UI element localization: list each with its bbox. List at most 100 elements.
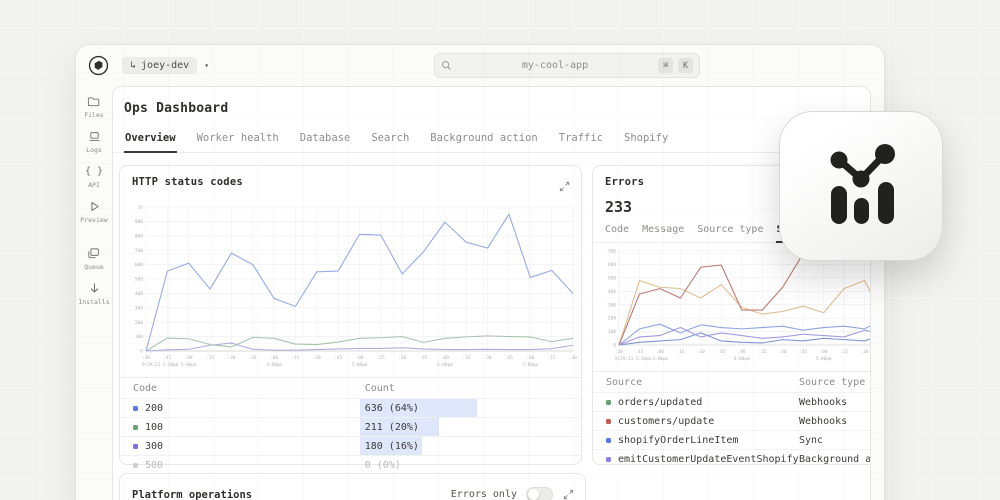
svg-text:600: 600 (135, 262, 144, 268)
svg-text:500: 500 (135, 277, 144, 283)
column-header-count: Count (364, 383, 395, 394)
status-dot (133, 424, 138, 430)
table-row[interactable]: orders/updated Webhooks (593, 392, 870, 411)
errors-card-title: Errors (605, 176, 645, 188)
tab-shopify[interactable]: Shopify (623, 127, 669, 152)
errors-table: Source Source type orders/updated Webhoo… (593, 371, 870, 468)
svg-text:400: 400 (608, 289, 617, 295)
table-row[interactable]: 500 0 (0%) (120, 455, 581, 474)
braces-icon: { } (84, 166, 104, 177)
expand-icon[interactable] (558, 176, 571, 197)
cmd-key-badge: ⌘ (658, 58, 673, 73)
svg-text:100: 100 (608, 329, 617, 335)
errors-tab-source-type[interactable]: Source type (697, 224, 763, 242)
svg-text::15: :15 (548, 355, 556, 361)
svg-text:0: 0 (613, 343, 616, 349)
svg-text:300: 300 (135, 305, 144, 311)
svg-text:5:00pm: 5:00pm (352, 362, 368, 368)
table-row[interactable]: 100 211 (20%) (120, 417, 581, 436)
svg-text::30: :30 (142, 355, 150, 361)
metrics-app-icon (779, 111, 943, 261)
status-dot (133, 462, 138, 468)
page-title: Ops Dashboard (124, 101, 229, 116)
sidebar-item-installs[interactable]: Installs (78, 282, 110, 306)
toggle-knob (528, 489, 539, 500)
svg-text:600: 600 (608, 262, 617, 268)
chevron-down-icon[interactable]: ▾ (204, 61, 209, 70)
svg-text::45: :45 (163, 355, 171, 361)
source-dot (606, 456, 611, 462)
errors-only-toggle[interactable] (526, 487, 553, 500)
tab-search[interactable]: Search (370, 127, 410, 152)
svg-text:3:00pm: 3:00pm (652, 356, 668, 362)
status-dot (133, 405, 138, 411)
tab-worker-health[interactable]: Worker health (196, 127, 280, 152)
svg-text:4:00pm: 4:00pm (734, 356, 750, 362)
k-key-badge: K (678, 58, 693, 73)
sidebar-item-logs[interactable]: Logs (86, 130, 102, 154)
svg-text:900: 900 (135, 219, 144, 225)
sidebar-item-files[interactable]: Files (84, 95, 104, 119)
table-row[interactable]: emitCustomerUpdateEventShopifyCustomer B… (593, 449, 870, 468)
gadget-logo-icon[interactable] (88, 55, 109, 76)
svg-text:200: 200 (135, 320, 144, 326)
source-dot (606, 399, 611, 405)
svg-text::30: :30 (398, 355, 406, 361)
platform-card-title: Platform operations (132, 488, 253, 500)
tab-database[interactable]: Database (299, 127, 352, 152)
svg-text::00: :00 (185, 355, 193, 361)
search-value: my-cool-app (521, 60, 589, 71)
svg-text::45: :45 (505, 355, 513, 361)
table-row[interactable]: customers/update Webhooks (593, 411, 870, 430)
folder-icon (87, 95, 100, 108)
expand-icon[interactable] (562, 484, 575, 500)
http-table: Code Count 200 636 (64%) 100 211 (20%) 3… (120, 377, 581, 474)
errors-tab-code[interactable]: Code (605, 224, 629, 242)
terminal-icon (88, 130, 101, 143)
svg-text::15: :15 (758, 349, 766, 355)
tab-background-action[interactable]: Background action (429, 127, 538, 152)
search-input[interactable]: my-cool-app ⌘ K (434, 53, 700, 78)
svg-text::00: :00 (441, 355, 449, 361)
svg-text::00: :00 (526, 355, 534, 361)
svg-text::30: :30 (228, 355, 236, 361)
app-window: ↳ joey-dev ▾ my-cool-app ⌘ K Files Logs … (75, 44, 885, 500)
status-dot (133, 443, 138, 449)
column-header-source: Source (606, 377, 643, 388)
sidebar-item-queue[interactable]: Queue (84, 247, 104, 271)
errors-tab-message[interactable]: Message (642, 224, 684, 242)
stack-icon (87, 247, 100, 260)
svg-text::00: :00 (656, 349, 664, 355)
play-icon (88, 200, 101, 213)
table-row[interactable]: 300 180 (16%) (120, 436, 581, 455)
table-row[interactable]: 200 636 (64%) (120, 398, 581, 417)
svg-text::15: :15 (377, 355, 385, 361)
svg-text:9/29/23 2:30pm: 9/29/23 2:30pm (142, 362, 179, 368)
tab-traffic[interactable]: Traffic (558, 127, 604, 152)
svg-text::15: :15 (462, 355, 470, 361)
svg-text::00: :00 (270, 355, 278, 361)
download-arrow-icon (88, 282, 101, 295)
svg-text:6:00pm: 6:00pm (437, 362, 453, 368)
svg-text::00: :00 (820, 349, 828, 355)
source-dot (606, 418, 611, 424)
svg-text::00: :00 (738, 349, 746, 355)
svg-text:9/29/23 2:30pm: 9/29/23 2:30pm (615, 356, 652, 362)
column-header-source-type: Source type (799, 377, 866, 388)
svg-text:1k: 1k (137, 205, 143, 211)
svg-text::45: :45 (799, 349, 807, 355)
svg-text:4:00pm: 4:00pm (266, 362, 282, 368)
svg-text:0: 0 (140, 349, 143, 355)
table-row[interactable]: shopifyOrderLineItem Sync (593, 430, 870, 449)
environment-selector[interactable]: ↳ joey-dev (122, 57, 198, 74)
svg-text::15: :15 (840, 349, 848, 355)
sidebar-item-preview[interactable]: Preview (80, 200, 108, 224)
tab-overview[interactable]: Overview (124, 127, 177, 153)
svg-text:300: 300 (608, 302, 617, 308)
svg-text::15: :15 (677, 349, 685, 355)
sidebar-item-api[interactable]: { } API (85, 165, 103, 189)
source-dot (606, 437, 611, 443)
http-status-codes-card: HTTP status codes 0 100 200 300 400 500 600 700… (119, 165, 582, 471)
column-header-code: Code (133, 383, 158, 394)
svg-text:5:00pm: 5:00pm (816, 356, 832, 362)
